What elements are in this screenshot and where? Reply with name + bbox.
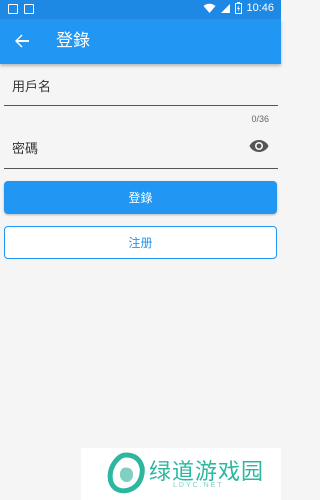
image-notification-icon <box>8 4 18 14</box>
arrow-back-icon <box>15 34 29 48</box>
notification-icons <box>8 4 34 14</box>
watermark-subtitle: LDYC.NET <box>173 482 224 489</box>
back-button[interactable] <box>10 29 34 53</box>
battery-icon <box>235 2 243 14</box>
signal-icon <box>221 3 231 13</box>
password-char-counter: 0/36 <box>251 114 269 124</box>
status-bar: 10:46 <box>0 0 281 19</box>
status-time: 10:46 <box>246 2 274 14</box>
register-button[interactable]: 注册 <box>4 226 277 259</box>
page-title: 登錄 <box>56 31 90 51</box>
username-field[interactable]: 用戶名 <box>12 76 51 95</box>
password-underline <box>4 168 278 169</box>
username-underline <box>4 105 278 106</box>
app-notification-icon <box>24 4 34 14</box>
wifi-icon <box>203 3 216 13</box>
watermark: 绿道游戏园 LDYC.NET <box>81 448 281 500</box>
password-field[interactable]: 密碼 <box>12 138 38 157</box>
app-bar: 登錄 <box>0 19 281 64</box>
visibility-toggle-icon[interactable] <box>249 138 269 154</box>
leaf-logo-icon <box>107 452 145 494</box>
login-button[interactable]: 登錄 <box>4 181 277 214</box>
